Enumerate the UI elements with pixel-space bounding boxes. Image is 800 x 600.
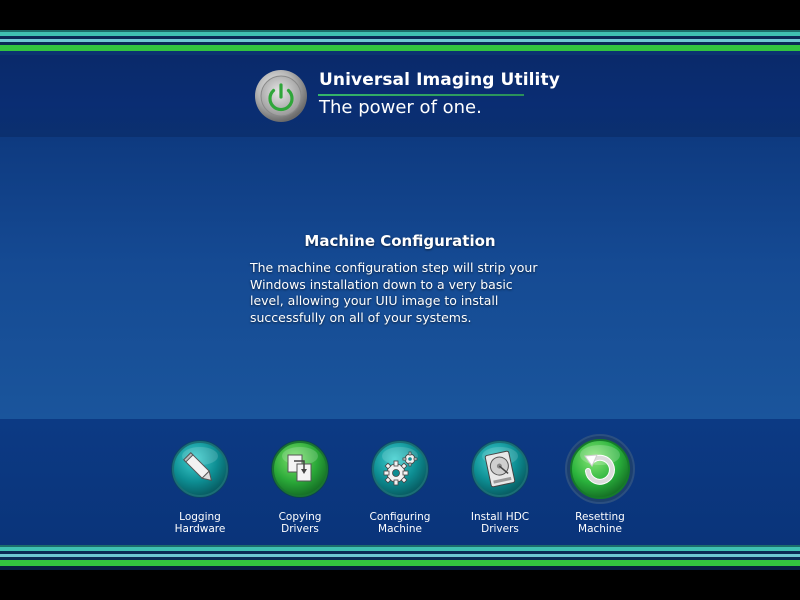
bottom-stripe bbox=[0, 545, 800, 570]
step-label: Configuring Machine bbox=[369, 511, 431, 535]
refresh-icon bbox=[565, 434, 635, 504]
step-label: Install HDC Drivers bbox=[470, 511, 530, 535]
copy-files-icon bbox=[270, 439, 330, 499]
uiu-screen: Universal Imaging Utility The power of o… bbox=[0, 0, 800, 600]
section-title: Machine Configuration bbox=[304, 232, 496, 250]
main-content: Machine Configuration The machine config… bbox=[0, 137, 800, 419]
step-configuring-machine: Configuring Machine bbox=[350, 439, 450, 539]
step-label: Copying Drivers bbox=[278, 511, 322, 535]
section-description: The machine configuration step will stri… bbox=[250, 260, 538, 325]
header: Universal Imaging Utility The power of o… bbox=[0, 55, 800, 137]
step-logging-hardware: Logging Hardware bbox=[150, 439, 250, 539]
power-logo-icon bbox=[254, 69, 308, 123]
step-install-hdc-drivers: Install HDC Drivers bbox=[450, 439, 550, 539]
top-stripe bbox=[0, 30, 800, 55]
pencil-icon bbox=[170, 439, 230, 499]
app-title: Universal Imaging Utility bbox=[319, 70, 560, 90]
step-copying-drivers: Copying Drivers bbox=[250, 439, 350, 539]
gears-icon bbox=[370, 439, 430, 499]
step-bar: Logging Hardware Copying Drivers Configu… bbox=[0, 419, 800, 545]
step-label: Resetting Machine bbox=[575, 511, 625, 535]
step-resetting-machine: Resetting Machine bbox=[550, 434, 650, 539]
hard-drive-icon bbox=[470, 439, 530, 499]
step-label: Logging Hardware bbox=[174, 511, 226, 535]
app-tagline: The power of one. bbox=[319, 97, 482, 118]
title-underline bbox=[318, 94, 524, 96]
